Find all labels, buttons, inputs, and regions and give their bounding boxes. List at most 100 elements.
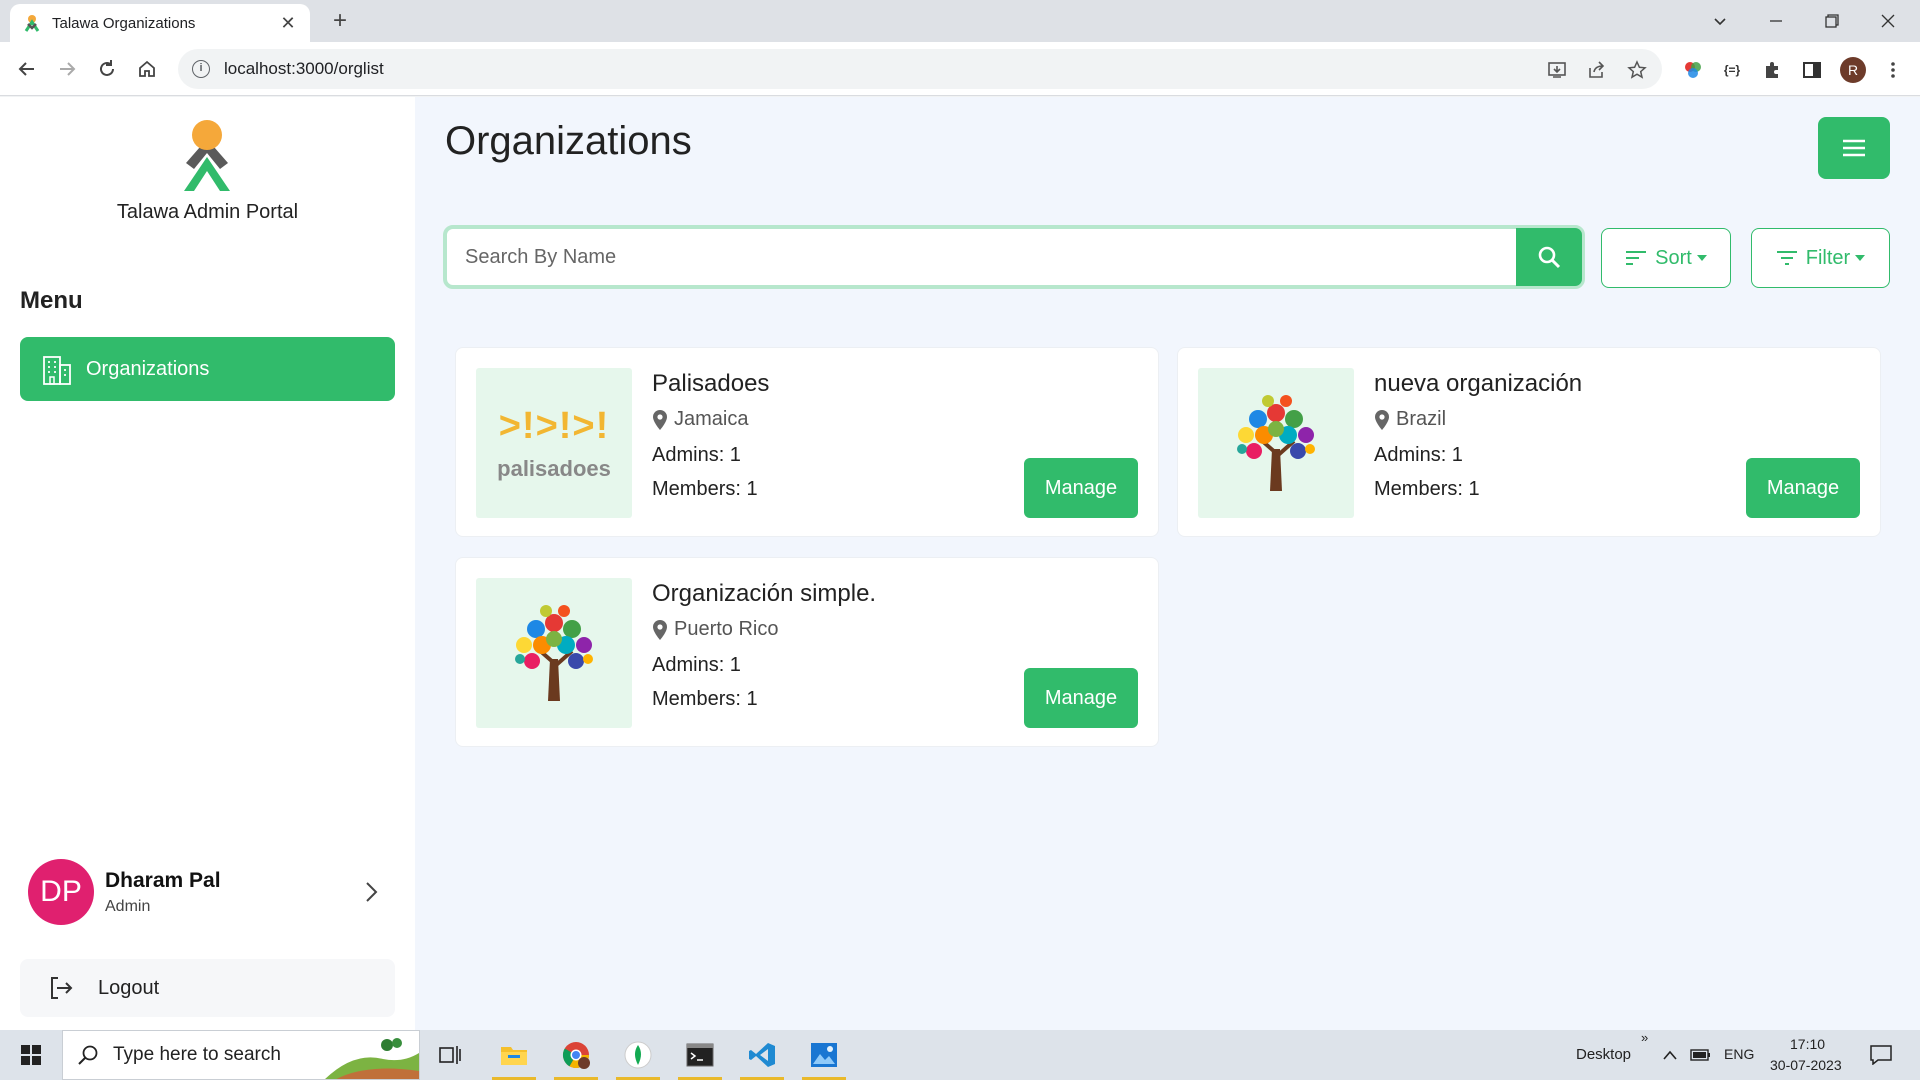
browser-profile-avatar[interactable]: R — [1840, 57, 1866, 83]
close-tab-icon[interactable]: ✕ — [278, 13, 298, 34]
taskbar-search[interactable]: Type here to search — [62, 1030, 420, 1080]
landscape-decoration-icon — [325, 1038, 419, 1079]
logout-button[interactable]: Logout — [20, 959, 395, 1017]
task-view-icon[interactable] — [425, 1030, 475, 1080]
sort-button[interactable]: Sort — [1601, 228, 1731, 288]
bookmark-star-icon[interactable] — [1626, 59, 1648, 81]
notification-icon[interactable] — [1856, 1030, 1906, 1080]
chevron-right-icon[interactable] — [359, 880, 383, 904]
org-card: Organización simple. Puerto Rico Admins:… — [455, 557, 1159, 747]
menu-toggle-button[interactable] — [1818, 117, 1890, 179]
search-input[interactable] — [447, 229, 1516, 285]
vscode-icon[interactable] — [737, 1030, 787, 1080]
talawa-favicon-icon — [24, 15, 40, 32]
sort-icon — [1626, 251, 1647, 265]
clock-date[interactable]: 30-07-2023 — [1770, 1057, 1842, 1073]
org-admins: Admins: 1 — [1374, 444, 1463, 466]
show-hidden-icons-icon[interactable] — [1655, 1030, 1685, 1080]
taskbar: Type here to search Desktop » ENG 17:10 … — [0, 1030, 1920, 1080]
browser-tab[interactable]: Talawa Organizations ✕ — [10, 4, 310, 42]
filter-button[interactable]: Filter — [1751, 228, 1890, 288]
extensions-puzzle-icon[interactable] — [1759, 57, 1785, 83]
filter-label: Filter — [1805, 246, 1851, 269]
site-info-icon[interactable]: i — [192, 60, 210, 78]
location-pin-icon — [653, 409, 667, 430]
install-app-icon[interactable] — [1546, 59, 1568, 81]
sidebar: Talawa Admin Portal Menu Organizations D… — [0, 97, 415, 1030]
share-icon[interactable] — [1586, 59, 1608, 81]
portal-name: Talawa Admin Portal — [116, 201, 299, 223]
user-role: Admin — [105, 897, 151, 915]
browser-tabstrip: Talawa Organizations ✕ + — [0, 0, 1920, 42]
reload-icon[interactable] — [92, 54, 122, 84]
battery-icon[interactable] — [1686, 1030, 1716, 1080]
palisadoes-logo: >!>!>! palisadoes — [476, 368, 632, 518]
windows-start-icon[interactable] — [6, 1030, 56, 1080]
manage-button[interactable]: Manage — [1024, 458, 1138, 518]
taskbar-search-placeholder: Type here to search — [113, 1044, 281, 1065]
clock-time[interactable]: 17:10 — [1790, 1036, 1825, 1052]
org-location: Puerto Rico — [652, 618, 779, 641]
json-extension-icon[interactable]: {=} — [1719, 57, 1745, 83]
url-text: localhost:3000/orglist — [224, 59, 384, 78]
sidebar-item-organizations[interactable]: Organizations — [20, 337, 395, 401]
org-location-text: Jamaica — [674, 408, 749, 430]
logout-icon — [51, 977, 73, 999]
org-card: nueva organización Brazil Admins: 1 Memb… — [1177, 347, 1881, 537]
side-panel-icon[interactable] — [1799, 57, 1825, 83]
sidebar-item-label: Organizations — [86, 357, 210, 380]
org-card: >!>!>! palisadoes Palisadoes Jamaica Adm… — [455, 347, 1159, 537]
main-content: Organizations Sort Filter >!>!>! p — [415, 97, 1920, 1030]
chrome-icon[interactable] — [551, 1030, 601, 1080]
avatar: DP — [28, 859, 94, 925]
org-location-text: Puerto Rico — [674, 618, 779, 640]
palisadoes-logo-mark: >!>!>! — [498, 404, 610, 447]
building-icon — [43, 356, 71, 385]
caret-down-icon — [1855, 255, 1866, 261]
hamburger-icon — [1843, 139, 1865, 157]
terminal-icon[interactable] — [675, 1030, 725, 1080]
restore-icon[interactable] — [1804, 0, 1860, 42]
location-pin-icon — [653, 619, 667, 640]
org-location: Brazil — [1374, 408, 1446, 431]
org-admins: Admins: 1 — [652, 444, 741, 466]
photos-icon[interactable] — [799, 1030, 849, 1080]
filter-icon — [1776, 251, 1797, 265]
org-location-text: Brazil — [1396, 408, 1447, 430]
language-indicator[interactable]: ENG — [1724, 1046, 1754, 1062]
file-explorer-icon[interactable] — [489, 1030, 539, 1080]
close-window-icon[interactable] — [1860, 0, 1916, 42]
address-bar[interactable]: i localhost:3000/orglist — [178, 49, 1662, 89]
search-bar — [443, 225, 1585, 289]
org-location: Jamaica — [652, 408, 748, 431]
mongodb-compass-icon[interactable] — [613, 1030, 663, 1080]
search-button[interactable] — [1516, 228, 1582, 286]
minimize-icon[interactable] — [1748, 0, 1804, 42]
browser-toolbar: i localhost:3000/orglist {=} R — [0, 42, 1920, 96]
forward-arrow-icon[interactable] — [52, 54, 82, 84]
browser-menu-icon[interactable] — [1880, 57, 1906, 83]
new-tab-button[interactable]: + — [326, 8, 354, 36]
talawa-logo-icon — [184, 120, 230, 191]
org-image — [476, 578, 632, 728]
desktop-label[interactable]: Desktop — [1576, 1046, 1631, 1063]
org-admins: Admins: 1 — [652, 654, 741, 676]
org-name: nueva organización — [1374, 370, 1583, 397]
double-chevron-icon[interactable]: » — [1641, 1030, 1648, 1045]
search-icon — [78, 1045, 98, 1065]
home-icon[interactable] — [132, 54, 162, 84]
manage-button[interactable]: Manage — [1024, 668, 1138, 728]
org-name: Organización simple. — [652, 580, 877, 607]
tab-search-chevron-icon[interactable] — [1692, 0, 1748, 42]
user-profile-card[interactable]: DP Dharam Pal Admin — [20, 857, 395, 927]
manage-button[interactable]: Manage — [1746, 458, 1860, 518]
color-extension-icon[interactable] — [1680, 57, 1706, 83]
page-title: Organizations — [445, 119, 692, 163]
location-pin-icon — [1375, 409, 1389, 430]
hands-tree-icon — [515, 605, 593, 701]
menu-title: Menu — [20, 287, 83, 314]
palisadoes-logo-text: palisadoes — [497, 455, 611, 481]
org-members: Members: 1 — [1374, 478, 1480, 500]
back-arrow-icon[interactable] — [12, 54, 42, 84]
org-name: Palisadoes — [652, 370, 770, 397]
